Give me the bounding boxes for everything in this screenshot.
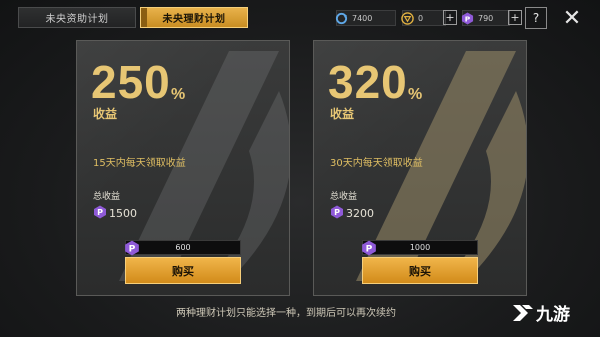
currency-display-3: P 790 [460, 10, 510, 26]
yield-percent: 250 [91, 56, 171, 108]
p-coin-icon: P [330, 205, 344, 222]
svg-text:P: P [366, 244, 373, 254]
yield-label: 收益 [330, 107, 355, 121]
yield-percent: 320 [328, 56, 408, 108]
price-value: 1000 [409, 243, 431, 252]
plan-description: 15天内每天领取收益 [93, 158, 186, 169]
buy-button[interactable]: 购买 [362, 257, 478, 284]
currency-value-1: 7400 [352, 13, 373, 23]
percent-sign: % [408, 86, 423, 103]
buy-button[interactable]: 购买 [125, 257, 241, 284]
close-button[interactable]: ✕ [556, 6, 588, 31]
currency-display-1: 7400 [334, 10, 396, 26]
percent-sign: % [171, 86, 186, 103]
currency-display-2: 0 [400, 10, 446, 26]
plan-card-15-day: 250 % 收益 15天内每天领取收益 总收益 P 1500 P 600 购买 [76, 40, 290, 296]
total-yield-row: P 1500 [93, 205, 137, 222]
watermark-logo: 九游 [510, 300, 570, 325]
price-display: P 1000 [361, 240, 478, 258]
p-coin-icon: P [93, 205, 107, 222]
nine-game-logo-icon [513, 304, 533, 321]
price-display: P 600 [124, 240, 241, 258]
triangle-coin-icon [400, 11, 414, 25]
svg-text:P: P [334, 208, 340, 217]
currency-value-2: 0 [418, 13, 424, 23]
total-yield-value: 3200 [346, 207, 374, 220]
tab-funding-label: 未央资助计划 [45, 14, 109, 25]
svg-text:P: P [97, 208, 103, 217]
total-yield-row: P 3200 [330, 205, 374, 222]
help-button[interactable]: ? [525, 7, 547, 29]
price-value: 600 [175, 243, 191, 252]
refresh-currency-icon [334, 11, 348, 25]
plan-description: 30天内每天领取收益 [330, 158, 423, 169]
p-coin-icon: P [361, 240, 377, 258]
tab-finance-label: 未央理财计划 [162, 14, 226, 25]
total-yield-label: 总收益 [93, 192, 121, 202]
tab-funding-plan[interactable]: 未央资助计划 [18, 7, 136, 28]
total-yield-label: 总收益 [330, 192, 358, 202]
watermark-text: 九游 [536, 305, 570, 325]
total-yield-value: 1500 [109, 207, 137, 220]
tab-finance-plan[interactable]: 未央理财计划 [140, 7, 248, 28]
svg-text:P: P [464, 14, 470, 23]
p-coin-icon: P [460, 11, 474, 25]
yield-label: 收益 [93, 107, 118, 121]
plan-card-30-day: 320 % 收益 30天内每天领取收益 总收益 P 3200 P 1000 购买 [313, 40, 527, 296]
p-coin-icon: P [124, 240, 140, 258]
add-currency-button-1[interactable]: + [443, 10, 457, 25]
add-currency-button-2[interactable]: + [508, 10, 522, 25]
svg-text:P: P [129, 244, 136, 254]
currency-value-3: 790 [478, 13, 494, 23]
footer-note-text: 两种理财计划只能选择一种，到期后可以再次续约 [176, 308, 396, 319]
